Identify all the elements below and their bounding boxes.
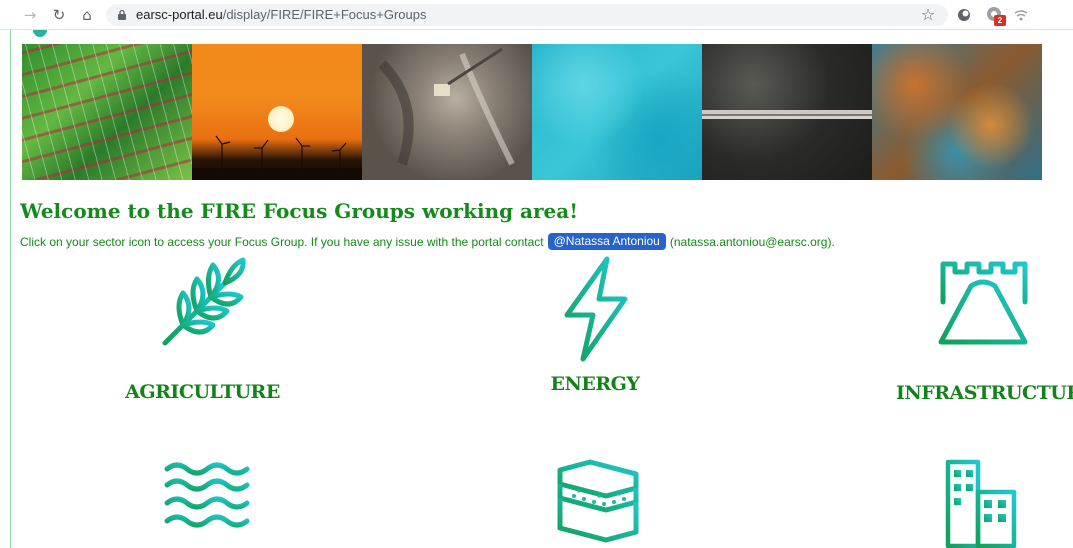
- home-icon[interactable]: ⌂: [77, 5, 97, 25]
- banner-infrastructure-image: [702, 44, 872, 180]
- banner-mining-image: [362, 44, 532, 180]
- star-icon[interactable]: ☆: [918, 5, 938, 25]
- url-text: earsc-portal.eu/display/FIRE/FIRE+Focus+…: [136, 7, 426, 22]
- back-arrow-icon[interactable]: →: [20, 5, 40, 25]
- extension-icon[interactable]: [1013, 7, 1029, 23]
- sector-energy[interactable]: ENERGY: [515, 255, 675, 395]
- sector-agriculture[interactable]: AGRICULTURE: [120, 255, 285, 403]
- sector-label[interactable]: AGRICULTURE: [120, 381, 285, 403]
- header-banner: [22, 44, 1042, 180]
- address-bar[interactable]: earsc-portal.eu/display/FIRE/FIRE+Focus+…: [106, 4, 948, 26]
- browser-toolbar: → ↻ ⌂ earsc-portal.eu/display/FIRE/FIRE+…: [0, 0, 1073, 30]
- banner-terrain-image: [872, 44, 1042, 180]
- extension-icon[interactable]: [956, 7, 972, 23]
- banner-sea-image: [532, 44, 702, 180]
- sector-urban[interactable]: [940, 458, 1020, 548]
- reload-icon[interactable]: ↻: [49, 5, 69, 25]
- lightning-icon[interactable]: [545, 255, 645, 363]
- url-domain: earsc-portal.eu: [136, 7, 223, 22]
- waves-icon[interactable]: [153, 455, 253, 535]
- sector-water[interactable]: [145, 455, 260, 535]
- page-title: Welcome to the FIRE Focus Groups working…: [20, 199, 578, 223]
- extension-badge: 2: [994, 15, 1006, 26]
- banner-agriculture-image: [22, 44, 192, 180]
- soil-layers-icon[interactable]: [550, 458, 640, 544]
- wind-turbines-silhouette: [192, 135, 362, 180]
- intro-text-before: Click on your sector icon to access your…: [20, 234, 544, 249]
- wheat-icon[interactable]: [153, 255, 253, 355]
- road-bridge-icon[interactable]: [933, 258, 1033, 348]
- lock-icon: [118, 9, 126, 20]
- url-path: /display/FIRE/FIRE+Focus+Groups: [222, 7, 427, 22]
- intro-text-after: (natassa.antoniou@earsc.org).: [669, 234, 835, 249]
- sector-label[interactable]: ENERGY: [515, 373, 675, 395]
- contact-mention-link[interactable]: @Natassa Antoniou: [547, 233, 666, 250]
- banner-energy-image: [192, 44, 362, 180]
- buildings-icon[interactable]: [940, 458, 1020, 548]
- sector-infrastructure[interactable]: INFRASTRUCTURE: [896, 258, 1073, 404]
- sector-label[interactable]: INFRASTRUCTURE: [896, 382, 1073, 404]
- intro-text: Click on your sector icon to access your…: [20, 233, 835, 250]
- sector-land[interactable]: [545, 458, 645, 544]
